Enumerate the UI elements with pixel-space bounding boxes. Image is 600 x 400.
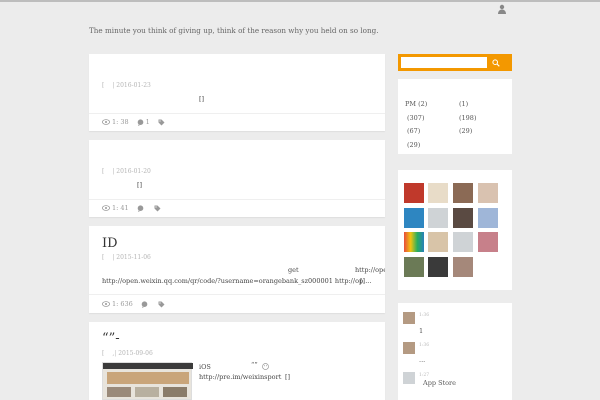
post-card: “”- [,| 2015-09-06 iOS “” http://pre.im/… <box>89 322 385 400</box>
post-text: iOS <box>199 363 211 371</box>
emoji-icon <box>262 363 269 370</box>
avatar[interactable] <box>478 183 498 203</box>
comment-icon <box>141 300 148 308</box>
tags[interactable] <box>158 119 167 126</box>
archive-link[interactable]: PM (2) <box>405 100 427 108</box>
divider <box>89 294 385 295</box>
read-more-link[interactable]: [] <box>360 277 365 285</box>
tags[interactable] <box>154 205 163 212</box>
thumbnail-block <box>135 387 159 397</box>
comment-time: 1:36 <box>419 313 430 318</box>
avatar[interactable] <box>478 208 498 228</box>
post-footer: 1: 636 <box>102 300 175 308</box>
post-meta: [,| 2015-09-06 <box>102 350 153 357</box>
comments-count[interactable]: 1 <box>137 118 150 126</box>
avatar[interactable] <box>428 232 448 252</box>
avatar[interactable] <box>428 257 448 277</box>
post-meta: [ | 2016-01-23 <box>102 82 151 89</box>
avatar-placeholder[interactable] <box>453 232 473 252</box>
avatar[interactable] <box>404 208 424 228</box>
views-count: 1: 636 <box>102 300 133 308</box>
top-border <box>0 0 600 2</box>
tags[interactable] <box>158 301 167 308</box>
thumbnail-block <box>163 387 187 397</box>
post-footer: 1: 41 <box>102 204 171 212</box>
thumbnail-block <box>107 387 131 397</box>
read-more-link[interactable]: [] <box>199 95 204 103</box>
search-icon <box>492 58 500 67</box>
search-box <box>398 54 512 71</box>
post-meta: [ | 2016-01-20 <box>102 168 151 175</box>
divider <box>89 199 385 200</box>
post-link[interactable]: http://open.weixin.qq.com/qr/code/?usern… <box>102 277 371 285</box>
post-link[interactable]: http://ope <box>355 266 385 274</box>
post-title[interactable]: ID <box>102 236 118 251</box>
comment-text[interactable]: ... <box>419 356 425 364</box>
comment-avatar[interactable] <box>403 342 415 354</box>
post-footer: 1: 38 1 <box>102 118 175 126</box>
search-button[interactable] <box>489 57 503 68</box>
archive-link[interactable]: (307) <box>407 114 424 122</box>
divider <box>89 113 385 114</box>
post-excerpt: [] <box>137 181 142 189</box>
search-input[interactable] <box>401 57 487 68</box>
views-count: 1: 41 <box>102 204 129 212</box>
thumbnail-banner <box>107 372 189 384</box>
eye-icon <box>102 301 110 307</box>
site-tagline: The minute you think of giving up, think… <box>89 26 379 35</box>
post-title[interactable]: “”- <box>102 331 120 346</box>
post-card: ID [ | 2015-11-06 get http://ope http://o… <box>89 226 385 313</box>
avatar-placeholder[interactable] <box>428 208 448 228</box>
archive-link[interactable]: (1) <box>459 100 468 108</box>
eye-icon <box>102 119 110 125</box>
user-icon[interactable] <box>497 4 507 14</box>
post-link[interactable]: http://pre.im/weixinsport <box>199 373 281 381</box>
post-card: [ | 2016-01-20 [] 1: 41 <box>89 140 385 217</box>
comments-count[interactable] <box>137 204 146 212</box>
post-meta: [ | 2015-11-06 <box>102 254 151 261</box>
post-category[interactable]: [ <box>102 168 104 175</box>
avatar[interactable] <box>478 232 498 252</box>
archive-link[interactable]: (198) <box>459 114 476 122</box>
archive-link[interactable]: (29) <box>407 141 420 149</box>
comment-avatar[interactable] <box>403 372 415 384</box>
tag-icon <box>154 205 161 211</box>
avatar[interactable] <box>404 183 424 203</box>
comment-icon <box>137 118 143 126</box>
comment-text[interactable]: App Store <box>423 379 456 387</box>
avatar[interactable] <box>428 183 448 203</box>
post-text: “” <box>251 361 258 369</box>
comment-time: 1:27 <box>419 373 430 378</box>
archive-link[interactable]: (29) <box>459 127 472 135</box>
post-text: get <box>288 266 299 274</box>
avatar[interactable] <box>453 208 473 228</box>
comment-avatar[interactable] <box>403 312 415 324</box>
comment-time: 1:36 <box>419 343 430 348</box>
post-card: [ | 2016-01-23 [] 1: 38 1 <box>89 54 385 131</box>
post-excerpt: [] <box>199 95 204 103</box>
post-date: | 2015-11-06 <box>112 254 151 261</box>
views-count: 1: 38 <box>102 118 129 126</box>
tag-icon <box>158 301 165 307</box>
avatar[interactable] <box>404 232 424 252</box>
comments-count[interactable] <box>141 300 150 308</box>
archive-link[interactable]: (67) <box>407 127 420 135</box>
read-more-link[interactable]: [] <box>137 181 142 189</box>
post-date: | 2016-01-20 <box>112 168 151 175</box>
post-category[interactable]: [ <box>102 82 104 89</box>
post-category[interactable]: [ <box>102 254 104 261</box>
post-date: | 2015-09-06 <box>114 350 153 357</box>
post-thumbnail[interactable] <box>102 362 193 400</box>
eye-icon <box>102 205 110 211</box>
avatar[interactable] <box>453 257 473 277</box>
post-category[interactable]: [ <box>102 350 104 357</box>
avatar[interactable] <box>453 183 473 203</box>
comment-text[interactable]: 1 <box>419 327 423 335</box>
avatar[interactable] <box>404 257 424 277</box>
read-more-link[interactable]: [] <box>285 373 290 381</box>
tag-icon <box>158 119 165 125</box>
comment-icon <box>137 204 143 212</box>
post-date: | 2016-01-23 <box>112 82 151 89</box>
thumbnail-header <box>103 363 193 369</box>
